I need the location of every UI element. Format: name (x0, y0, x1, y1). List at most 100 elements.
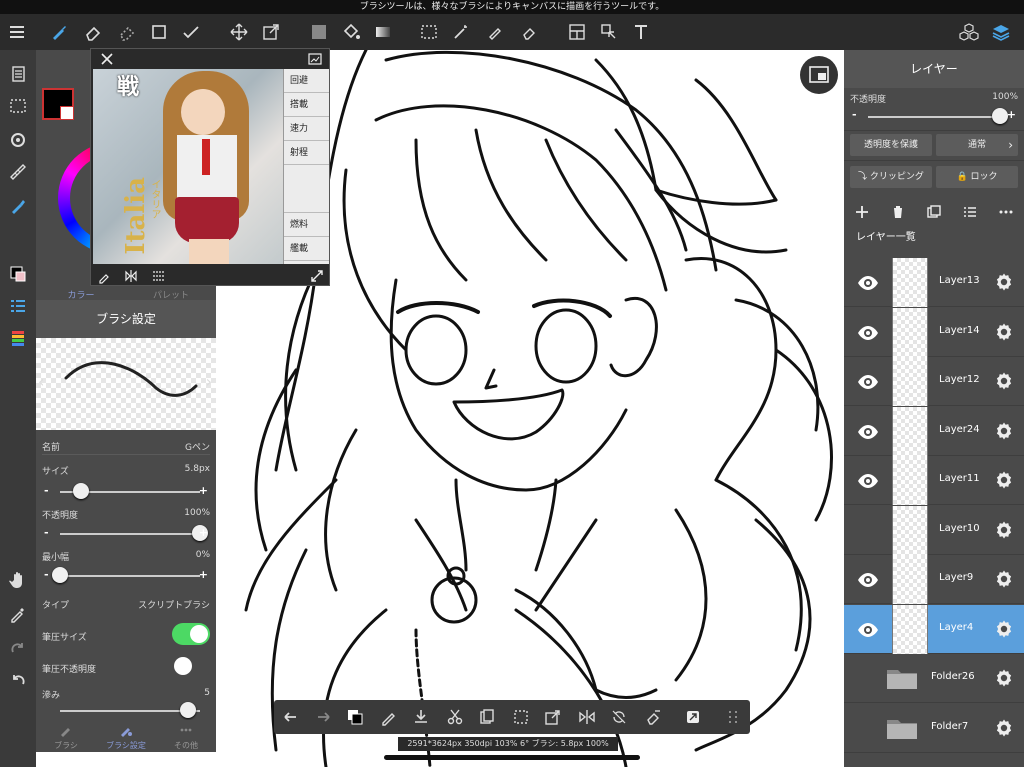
magic-wand-icon[interactable] (446, 14, 476, 50)
redo-icon[interactable] (0, 632, 36, 664)
hand-tool-icon[interactable] (0, 564, 36, 596)
select-pen-icon[interactable] (480, 14, 510, 50)
reference-window[interactable]: 戦 Italia イタリア 回避 搭載 速力 射程 燃料 艦載 3 (90, 48, 330, 286)
size-minus-button[interactable]: - (44, 484, 49, 497)
delete-layer-icon[interactable] (888, 202, 908, 222)
brush-list-icon[interactable] (0, 290, 36, 322)
gradient-tool-icon[interactable] (368, 14, 398, 50)
layer-row[interactable]: Layer9 (844, 555, 1024, 604)
flip-horizontal-icon[interactable] (572, 700, 602, 734)
pen-icon[interactable] (374, 700, 404, 734)
fullscreen-button[interactable] (800, 56, 838, 94)
layer-opacity-plus[interactable]: + (1007, 108, 1016, 121)
transform-icon[interactable] (538, 700, 568, 734)
layer-row[interactable]: Layer10 (844, 505, 1024, 555)
layer-list-icon[interactable] (960, 202, 980, 222)
visibility-eye-icon[interactable] (856, 322, 880, 344)
blur-slider-knob[interactable] (180, 702, 196, 718)
layer-row[interactable]: Layer11 (844, 456, 1024, 505)
selection-mask-icon[interactable] (0, 90, 36, 122)
opacity-minus-button[interactable]: - (44, 526, 49, 539)
lasso-check-icon[interactable] (176, 14, 206, 50)
gear-icon[interactable] (994, 272, 1014, 292)
layer-row[interactable]: Layer12 (844, 357, 1024, 406)
min-width-slider[interactable] (60, 575, 200, 577)
gear-icon[interactable] (994, 619, 1014, 639)
copy-icon[interactable] (472, 700, 502, 734)
layer-row[interactable]: Layer4 (844, 604, 1024, 654)
brush-name-value[interactable]: Gペン (185, 440, 210, 453)
gear-icon[interactable] (994, 371, 1014, 391)
secondary-color-swatch[interactable] (60, 106, 74, 120)
transform-tool-icon[interactable] (256, 14, 286, 50)
layer-row[interactable]: Layer24 (844, 406, 1024, 456)
opacity-slider[interactable] (60, 533, 200, 535)
brush-tool-icon[interactable] (44, 14, 74, 50)
frame-divide-icon[interactable] (562, 14, 592, 50)
gear-icon[interactable] (994, 668, 1014, 688)
ref-eyedropper-icon[interactable] (97, 268, 113, 284)
operation-tool-icon[interactable] (594, 14, 624, 50)
color-swap-icon[interactable] (340, 700, 370, 734)
pressure-size-toggle[interactable] (172, 623, 210, 645)
size-plus-button[interactable]: + (199, 484, 208, 497)
bucket-fill-icon[interactable] (336, 14, 366, 50)
min-width-slider-knob[interactable] (52, 567, 68, 583)
undo-icon[interactable] (0, 664, 36, 696)
layer-row[interactable]: Layer14 (844, 307, 1024, 357)
blur-slider[interactable] (60, 710, 200, 712)
ref-fit-icon[interactable] (151, 268, 167, 284)
eraser-tool-icon[interactable] (78, 14, 108, 50)
ref-resize-icon[interactable] (309, 268, 325, 284)
layer-opacity-minus[interactable]: - (852, 108, 857, 121)
rect-select-icon[interactable] (144, 14, 174, 50)
opacity-plus-button[interactable]: + (199, 526, 208, 539)
redo-arrow-icon[interactable] (308, 700, 338, 734)
import-icon[interactable] (406, 700, 436, 734)
snap-icon[interactable] (0, 124, 36, 156)
import-image-icon[interactable] (307, 51, 323, 67)
move-tool-icon[interactable] (224, 14, 254, 50)
palette-icon[interactable] (0, 322, 36, 354)
gear-icon[interactable] (994, 520, 1014, 540)
pages-icon[interactable] (0, 58, 36, 90)
clear-layer-icon[interactable] (638, 700, 668, 734)
tab-other[interactable]: その他 (156, 720, 216, 752)
visibility-eye-icon[interactable] (856, 371, 880, 393)
type-value[interactable]: スクリプトブラシ (138, 598, 210, 611)
size-slider-knob[interactable] (73, 483, 89, 499)
min-width-plus-button[interactable]: + (199, 568, 208, 581)
next-brush-icon[interactable]: › (206, 372, 212, 391)
prev-brush-icon[interactable]: ‹ (38, 372, 44, 391)
visibility-eye-icon[interactable] (856, 272, 880, 294)
layer-opacity-knob[interactable] (992, 108, 1008, 124)
gear-icon[interactable] (994, 322, 1014, 342)
text-tool-icon[interactable] (626, 14, 656, 50)
more-grid-icon[interactable] (718, 700, 748, 734)
gear-icon[interactable] (994, 569, 1014, 589)
add-layer-icon[interactable] (852, 202, 872, 222)
gear-icon[interactable] (994, 718, 1014, 738)
visibility-eye-icon[interactable] (856, 619, 880, 641)
cut-icon[interactable] (440, 700, 470, 734)
fill-shape-icon[interactable] (304, 14, 334, 50)
layers-toggle-icon[interactable] (986, 14, 1016, 50)
rotate-canvas-icon[interactable] (604, 700, 634, 734)
ruler-icon[interactable] (0, 156, 36, 188)
tab-brush-settings[interactable]: ブラシ設定 (96, 720, 156, 752)
close-icon[interactable] (99, 51, 115, 67)
protect-alpha-button[interactable]: 透明度を保護 (850, 134, 932, 156)
visibility-eye-icon[interactable] (856, 421, 880, 443)
folder-row[interactable]: Folder26 (844, 654, 1024, 703)
current-color-swatch[interactable] (42, 88, 74, 120)
materials-icon[interactable] (954, 14, 984, 50)
visibility-hidden-icon[interactable] (856, 520, 880, 542)
color-toggle-icon[interactable] (0, 258, 36, 290)
ref-flip-icon[interactable] (123, 268, 139, 284)
undo-arrow-icon[interactable] (276, 700, 306, 734)
clipping-button[interactable]: ⤵ クリッピング (850, 166, 932, 188)
select-rect-dashed-icon[interactable] (414, 14, 444, 50)
layer-more-icon[interactable] (996, 202, 1016, 222)
lock-button[interactable]: 🔒 ロック (936, 166, 1018, 188)
layer-opacity-slider[interactable] (868, 116, 1000, 118)
